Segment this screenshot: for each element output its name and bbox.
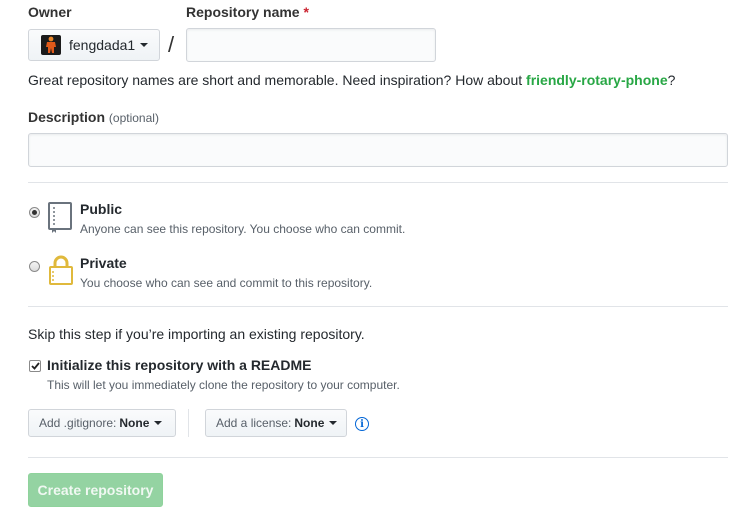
private-title: Private [80, 255, 127, 271]
repo-name-hint: Great repository names are short and mem… [28, 72, 675, 88]
avatar [41, 35, 61, 55]
public-note: Anyone can see this repository. You choo… [80, 222, 406, 236]
divider [28, 306, 728, 307]
lock-icon [48, 254, 74, 289]
hint-end: ? [667, 72, 676, 88]
public-title: Public [80, 201, 123, 217]
readme-note: This will let you immediately clone the … [47, 378, 400, 392]
readme-checkbox[interactable] [29, 360, 41, 372]
owner-repo-separator: / [168, 32, 175, 57]
license-label: Add a license: [216, 416, 292, 430]
private-radio[interactable] [29, 261, 40, 272]
divider [28, 457, 728, 458]
check-icon [30, 362, 40, 370]
required-mark: * [303, 4, 309, 20]
repo-name-label: Repository name * [186, 4, 309, 20]
readme-label[interactable]: Initialize this repository with a README [47, 357, 311, 373]
description-label-text: Description [28, 109, 106, 125]
gitignore-label: Add .gitignore: [39, 416, 117, 430]
repo-book-icon [46, 201, 74, 236]
license-dropdown[interactable]: Add a license: None [205, 409, 347, 437]
name-suggestion-link[interactable]: friendly-rotary-phone [526, 72, 668, 88]
description-label: Description (optional) [28, 109, 159, 125]
private-note: You choose who can see and commit to thi… [80, 276, 373, 290]
public-radio[interactable] [29, 207, 40, 218]
create-repository-button[interactable]: Create repository [28, 473, 163, 507]
button-separator [188, 409, 189, 437]
repo-name-input[interactable] [186, 28, 436, 62]
hint-text: Great repository names are short and mem… [28, 72, 527, 88]
owner-name: fengdada1 [69, 37, 136, 53]
license-value: None [294, 416, 325, 430]
optional-tag: (optional) [108, 111, 159, 125]
chevron-down-icon [140, 43, 149, 47]
chevron-down-icon [154, 421, 163, 425]
chevron-down-icon [329, 421, 338, 425]
gitignore-value: None [119, 416, 150, 430]
owner-label: Owner [28, 4, 72, 20]
description-input[interactable] [28, 133, 728, 167]
repo-name-label-text: Repository name [186, 4, 300, 20]
divider [28, 182, 728, 183]
owner-dropdown[interactable]: fengdada1 [28, 29, 160, 61]
import-hint: Skip this step if you’re importing an ex… [28, 326, 365, 342]
info-icon[interactable]: i [355, 417, 369, 431]
gitignore-dropdown[interactable]: Add .gitignore: None [28, 409, 176, 437]
